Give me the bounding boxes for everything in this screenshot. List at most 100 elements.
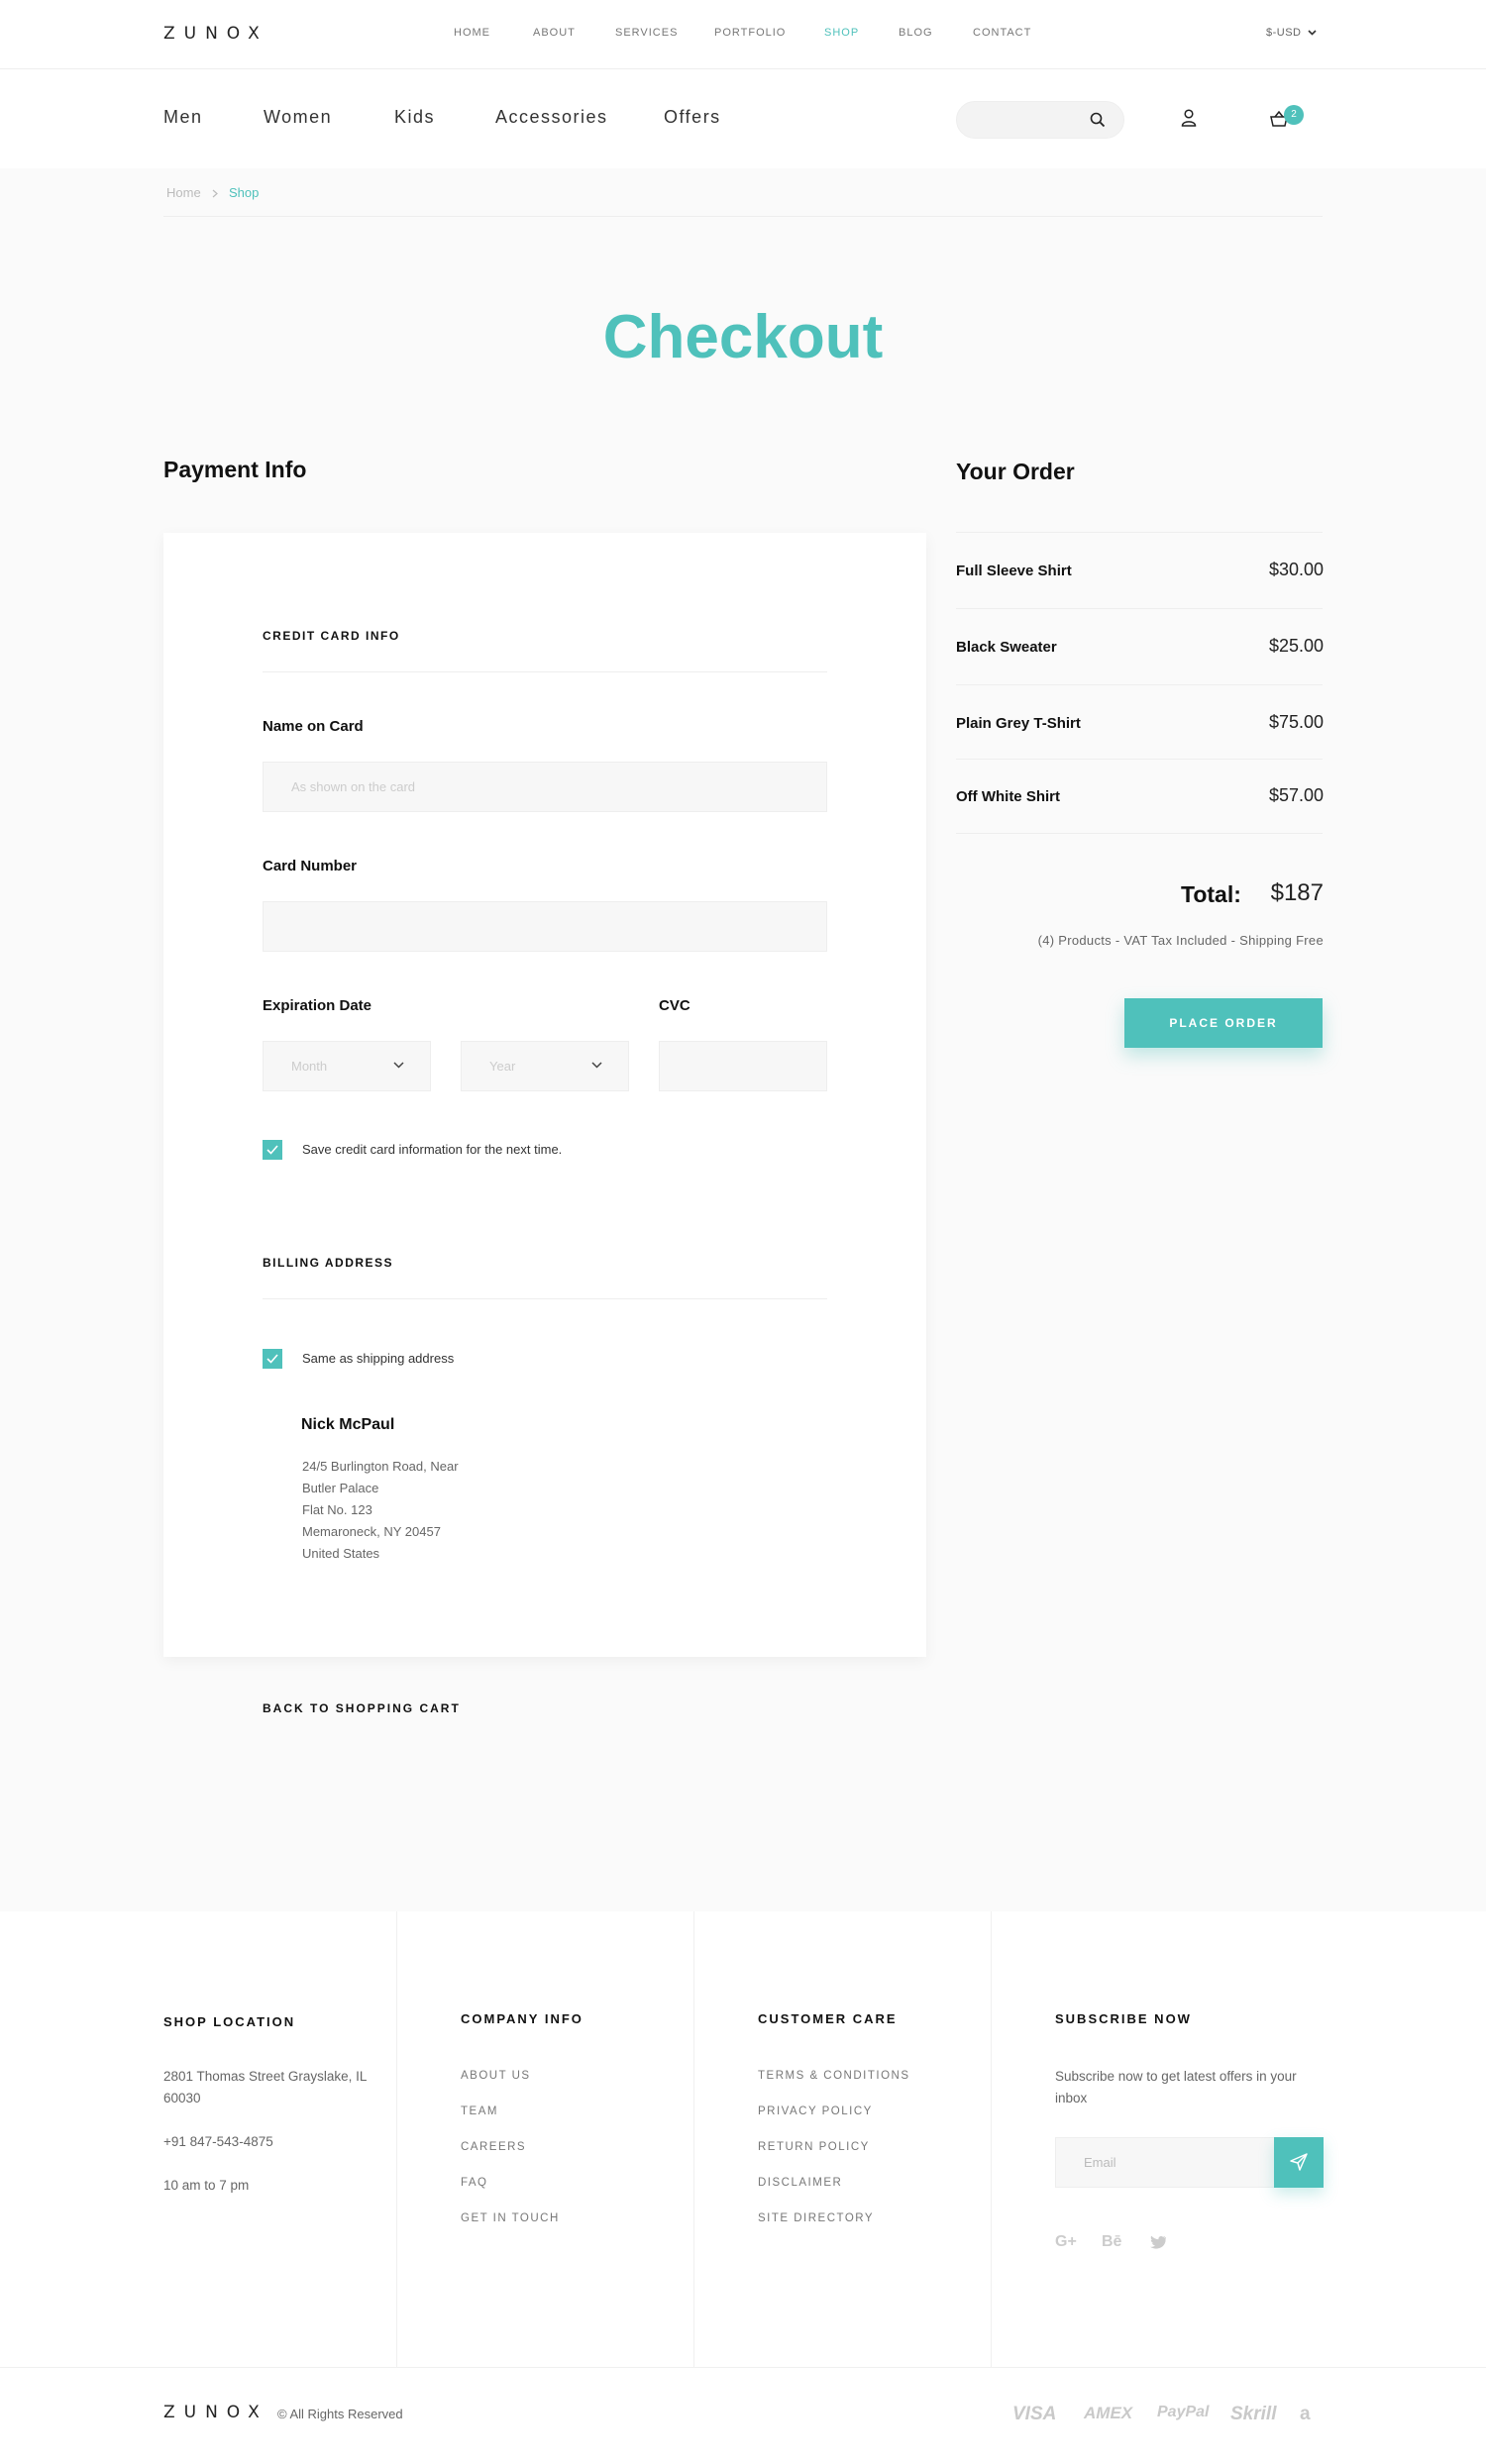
cvc-label: CVC xyxy=(659,997,690,1014)
top-bar: ZUNOX HOME ABOUT SERVICES PORTFOLIO SHOP… xyxy=(0,0,1486,69)
currency-label: $-USD xyxy=(1266,27,1302,39)
footer-link-return[interactable]: RETURN POLICY xyxy=(758,2141,870,2153)
amazon-logo: a xyxy=(1300,2404,1311,2424)
footer-link-disclaimer[interactable]: DISCLAIMER xyxy=(758,2177,842,2189)
order-item-price: $57.00 xyxy=(1268,785,1324,805)
chevron-right-icon xyxy=(212,189,218,198)
topnav-blog[interactable]: BLOG xyxy=(899,27,933,39)
same-as-shipping-text: Same as shipping address xyxy=(302,1351,455,1366)
category-women[interactable]: Women xyxy=(264,107,332,128)
category-bar: Men Women Kids Accessories Offers 2 xyxy=(0,69,1486,168)
subscribe-heading: SUBSCRIBE NOW xyxy=(1055,2011,1192,2026)
column-divider xyxy=(693,1911,694,2367)
your-order-heading: Your Order xyxy=(956,459,1075,484)
order-item-name: Plain Grey T-Shirt xyxy=(956,715,1081,732)
topnav-shop[interactable]: SHOP xyxy=(824,27,859,39)
category-accessories[interactable]: Accessories xyxy=(495,107,608,128)
search-icon[interactable] xyxy=(1090,112,1106,128)
copyright-text: © All Rights Reserved xyxy=(277,2407,403,2421)
divider xyxy=(956,833,1323,834)
twitter-icon[interactable] xyxy=(1149,2235,1167,2250)
paypal-logo: PayPal xyxy=(1157,2404,1210,2420)
currency-selector[interactable]: $-USD xyxy=(1266,27,1317,39)
footer-link-privacy[interactable]: PRIVACY POLICY xyxy=(758,2105,873,2117)
send-icon xyxy=(1290,2153,1308,2171)
shop-location-heading: SHOP LOCATION xyxy=(163,2014,296,2029)
divider xyxy=(956,608,1323,609)
payment-info-heading: Payment Info xyxy=(163,457,307,482)
footer-link-site-directory[interactable]: SITE DIRECTORY xyxy=(758,2212,874,2224)
back-to-cart-link[interactable]: BACK TO SHOPPING CART xyxy=(263,1701,461,1715)
footer-brand-logo[interactable]: ZUNOX xyxy=(163,2403,268,2422)
topnav-portfolio[interactable]: PORTFOLIO xyxy=(714,27,786,39)
address-line: United States xyxy=(302,1546,380,1561)
address-line: Memaroneck, NY 20457 xyxy=(302,1524,441,1539)
name-on-card-input[interactable] xyxy=(263,762,827,812)
credit-card-info-heading: CREDIT CARD INFO xyxy=(263,629,400,643)
category-offers[interactable]: Offers xyxy=(664,107,721,128)
topnav-contact[interactable]: CONTACT xyxy=(973,27,1031,39)
divider xyxy=(956,759,1323,760)
breadcrumb-shop[interactable]: Shop xyxy=(229,185,259,200)
category-men[interactable]: Men xyxy=(163,107,203,128)
breadcrumb-home[interactable]: Home xyxy=(166,185,201,200)
address-line: Butler Palace xyxy=(302,1481,379,1495)
save-card-checkbox[interactable] xyxy=(263,1140,282,1160)
order-item-name: Black Sweater xyxy=(956,639,1057,656)
place-order-button[interactable]: PLACE ORDER xyxy=(1124,998,1323,1048)
cvc-input[interactable] xyxy=(659,1041,827,1091)
footer-divider xyxy=(0,2367,1486,2368)
footer-link-terms[interactable]: TERMS & CONDITIONS xyxy=(758,2070,910,2082)
card-number-input[interactable] xyxy=(263,901,827,952)
expiration-date-label: Expiration Date xyxy=(263,997,372,1014)
billing-name: Nick McPaul xyxy=(301,1416,395,1433)
footer-link-get-in-touch[interactable]: GET IN TOUCH xyxy=(461,2212,560,2224)
shop-address: 2801 Thomas Street Grayslake, IL 60030 xyxy=(163,2069,367,2105)
month-select[interactable]: Month xyxy=(263,1041,431,1091)
check-icon xyxy=(266,1145,278,1155)
footer-link-team[interactable]: TEAM xyxy=(461,2105,498,2117)
address-line: Flat No. 123 xyxy=(302,1502,372,1517)
billing-address-heading: BILLING ADDRESS xyxy=(263,1256,394,1270)
year-select[interactable]: Year xyxy=(461,1041,629,1091)
chevron-down-icon xyxy=(591,1062,602,1069)
footer-link-careers[interactable]: CAREERS xyxy=(461,2141,526,2153)
search-input[interactable] xyxy=(956,101,1124,139)
address-line: 24/5 Burlington Road, Near xyxy=(302,1459,459,1474)
order-item-name: Off White Shirt xyxy=(956,788,1060,805)
behance-icon[interactable]: Bē xyxy=(1102,2233,1121,2251)
email-input[interactable] xyxy=(1055,2137,1274,2188)
brand-logo[interactable]: ZUNOX xyxy=(163,24,268,44)
shop-phone[interactable]: +91 847-543-4875 xyxy=(163,2131,273,2153)
payment-card: CREDIT CARD INFO Name on Card Card Numbe… xyxy=(163,533,926,1657)
footer-link-about-us[interactable]: ABOUT US xyxy=(461,2070,531,2082)
google-plus-icon[interactable]: G+ xyxy=(1055,2233,1077,2251)
order-item-price: $30.00 xyxy=(1268,560,1324,579)
cart-count-badge: 2 xyxy=(1284,105,1304,125)
order-item-price: $25.00 xyxy=(1268,636,1324,656)
footer: SHOP LOCATION 2801 Thomas Street Graysla… xyxy=(0,1911,1486,2464)
topnav-home[interactable]: HOME xyxy=(454,27,490,39)
topnav-about[interactable]: ABOUT xyxy=(533,27,576,39)
divider xyxy=(263,1298,827,1299)
card-number-label: Card Number xyxy=(263,858,358,874)
user-icon[interactable] xyxy=(1181,109,1197,127)
same-as-shipping-checkbox[interactable] xyxy=(263,1349,282,1369)
column-divider xyxy=(396,1911,397,2367)
category-kids[interactable]: Kids xyxy=(394,107,435,128)
column-divider xyxy=(991,1911,992,2367)
check-icon xyxy=(266,1354,278,1364)
page-title: Checkout xyxy=(602,303,884,371)
order-item-price: $75.00 xyxy=(1268,712,1324,732)
order-item-name: Full Sleeve Shirt xyxy=(956,563,1072,579)
subscribe-text: Subscribe now to get latest offers in yo… xyxy=(1055,2069,1297,2105)
topnav-services[interactable]: SERVICES xyxy=(615,27,678,39)
footer-link-faq[interactable]: FAQ xyxy=(461,2177,488,2189)
divider xyxy=(956,684,1323,685)
name-on-card-label: Name on Card xyxy=(263,718,364,735)
total-value: $187 xyxy=(1270,879,1324,906)
subscribe-button[interactable] xyxy=(1274,2137,1324,2188)
total-note: (4) Products - VAT Tax Included - Shippi… xyxy=(1037,933,1324,948)
amex-logo: AMEX xyxy=(1084,2404,1133,2422)
shop-hours: 10 am to 7 pm xyxy=(163,2178,250,2193)
